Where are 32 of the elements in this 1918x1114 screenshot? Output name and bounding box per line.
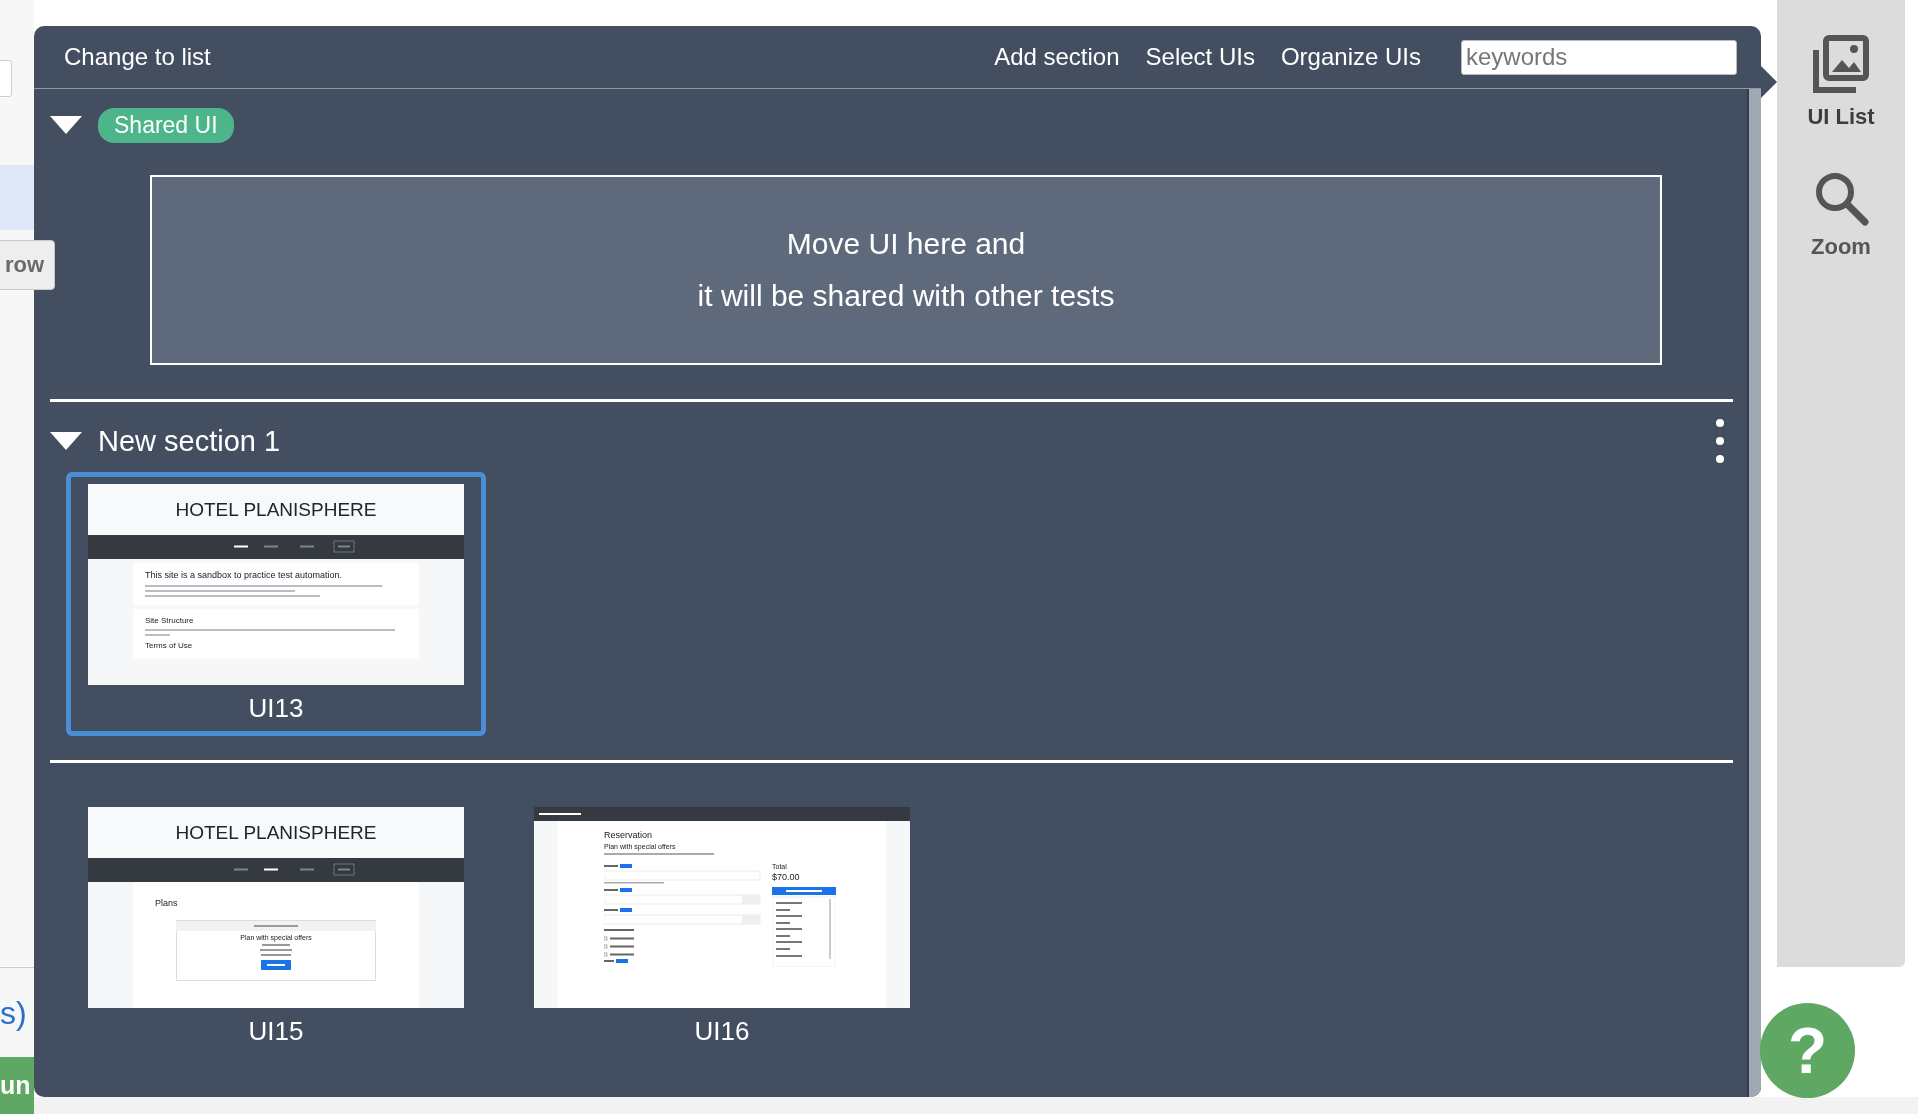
highlighted-row [0,165,34,230]
search-icon [1813,170,1869,226]
ui-label: UI16 [694,1015,750,1048]
heading: Plans [155,898,179,908]
more-options-icon[interactable] [1715,418,1725,464]
toolbar-action[interactable]: Select UIs [1145,43,1255,71]
drop-zone-text: it will be shared with other tests [697,278,1115,314]
side-tool-button[interactable]: UI List [1807,34,1875,130]
heading: This site is a sandbox to practice test automation. [145,570,344,580]
text-field[interactable] [0,60,12,97]
change-to-list-button[interactable]: Change to list [64,43,211,71]
toolbar-action[interactable]: Organize UIs [1280,43,1421,71]
ui-card[interactable]: HOTEL PLANISPHERE This site is a sandbox to practice test automation. Site Structure Terms of Use UI13 [66,472,486,736]
collapse-triangle-icon[interactable] [50,432,82,450]
images-icon [1810,34,1872,96]
row-button[interactable]: row [0,240,56,290]
heading: Terms of Use [145,641,194,650]
shared-ui-badge: Shared UI [98,107,234,143]
section-title: New section 1 [98,424,281,458]
heading: Site Structure [145,616,195,625]
side-tool-button[interactable]: Zoom [1811,170,1871,260]
toolbar-action[interactable]: Add section [994,43,1120,71]
scrollbar[interactable] [1747,89,1761,1097]
total-price: $70.00 [772,872,801,882]
collapse-triangle-icon[interactable] [50,116,82,134]
heading: Reservation [604,830,654,840]
ui-label: UI15 [248,1015,304,1048]
button-drawing [261,960,291,972]
drop-zone-text: Move UI here and [786,226,1026,262]
link[interactable]: s) [0,995,27,1032]
search-field[interactable]: keywords [1461,39,1737,75]
ui-label: UI13 [248,692,304,725]
